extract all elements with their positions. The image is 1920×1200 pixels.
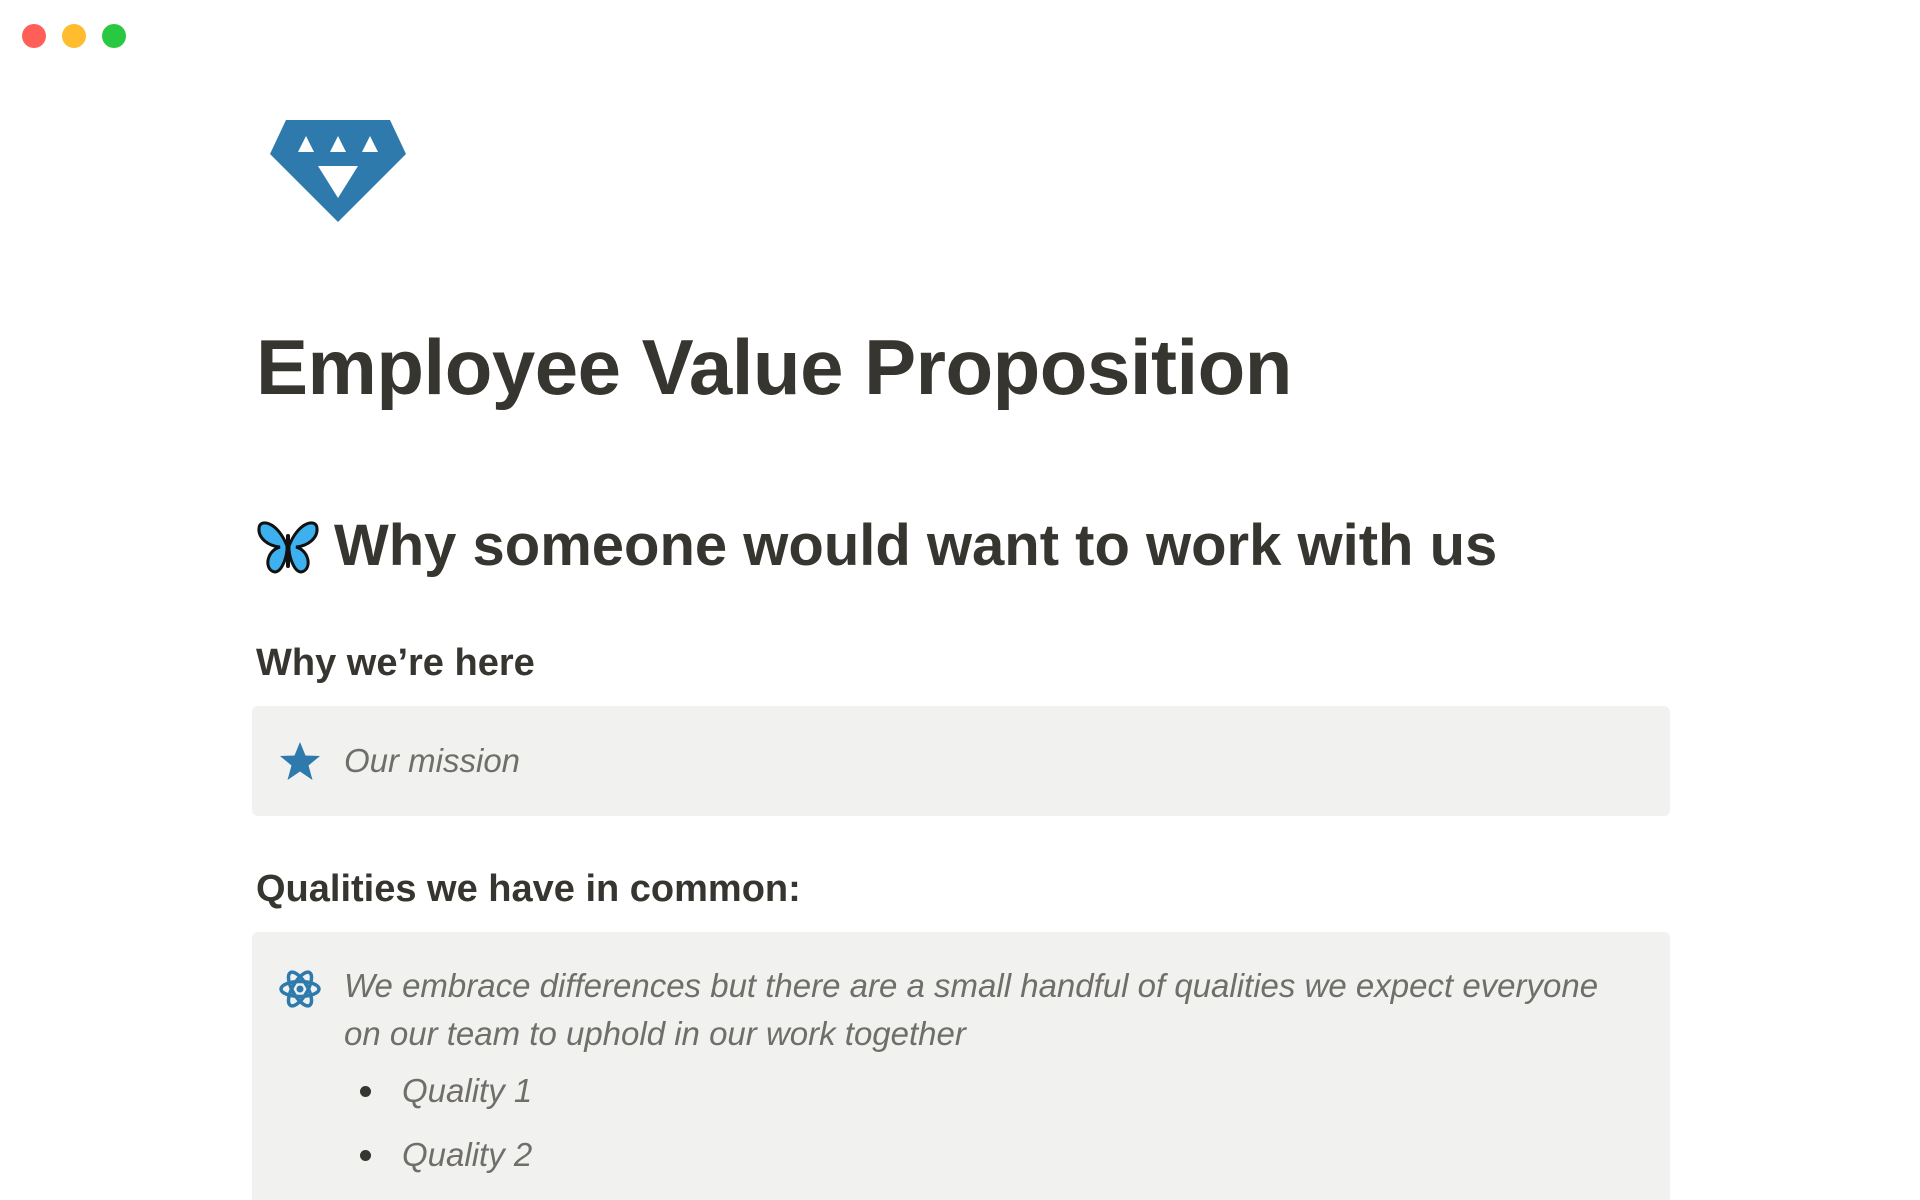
- qualities-list: Quality 1 Quality 2: [360, 1067, 532, 1195]
- list-item-text: Quality 1: [402, 1072, 533, 1109]
- qualities-callout-text[interactable]: We embrace differences but there are a s…: [344, 962, 1634, 1058]
- section-heading-text: Why someone would want to work with us: [334, 513, 1498, 578]
- qualities-heading[interactable]: Qualities we have in common:: [256, 868, 801, 911]
- list-item[interactable]: Quality 1: [360, 1067, 532, 1115]
- gem-icon[interactable]: [268, 118, 408, 224]
- section-heading[interactable]: Why someone would want to work with us: [256, 512, 1497, 579]
- bullet-icon: [360, 1086, 371, 1097]
- maximize-window-button[interactable]: [102, 24, 126, 48]
- app-window: Employee Value Proposition Why someone w…: [0, 0, 1920, 1200]
- close-window-button[interactable]: [22, 24, 46, 48]
- window-controls: [22, 24, 126, 48]
- page-title[interactable]: Employee Value Proposition: [256, 322, 1292, 413]
- qualities-callout[interactable]: We embrace differences but there are a s…: [252, 932, 1670, 1200]
- mission-callout[interactable]: Our mission: [252, 706, 1670, 816]
- why-here-heading[interactable]: Why we’re here: [256, 642, 535, 685]
- minimize-window-button[interactable]: [62, 24, 86, 48]
- atom-icon[interactable]: [278, 967, 322, 1011]
- list-item-text: Quality 2: [402, 1136, 533, 1173]
- list-item[interactable]: Quality 2: [360, 1131, 532, 1179]
- mission-callout-text[interactable]: Our mission: [344, 737, 520, 785]
- butterfly-icon: [256, 516, 320, 576]
- star-icon[interactable]: [278, 739, 322, 783]
- bullet-icon: [360, 1150, 371, 1161]
